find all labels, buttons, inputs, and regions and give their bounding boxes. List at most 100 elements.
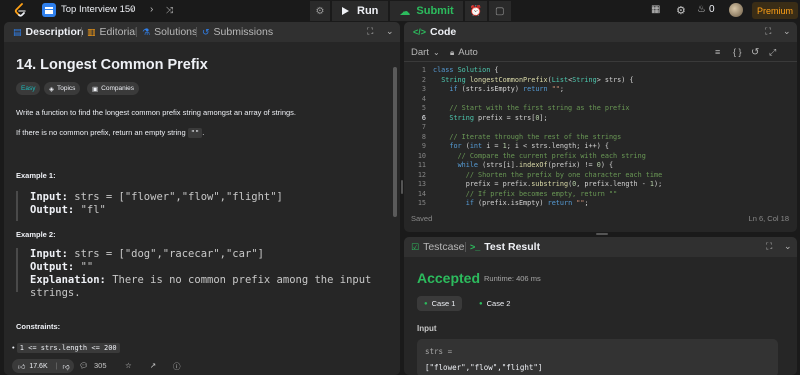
example-2-input-value: strs = ["dog","racecar","car"] [74, 248, 264, 260]
paragraph-2-text: If there is no common prefix, return an … [16, 128, 188, 137]
code-collapse-chevron-icon[interactable]: ⌄ [783, 26, 791, 37]
language-select[interactable]: Dart ⌄ [411, 47, 440, 58]
problem-list-icon[interactable] [42, 3, 56, 17]
example-1-output-label: Output: [30, 204, 75, 216]
help-icon[interactable]: ⓘ [173, 361, 181, 372]
example-2-output-value: "" [80, 261, 94, 273]
run-button[interactable]: Run [332, 1, 389, 21]
notes-icon[interactable]: ▢ [488, 1, 511, 21]
constraint-1: 1 <= strs.length <= 200 [16, 343, 120, 353]
constraint-item: • 1 <= strs.length <= 200 [12, 343, 120, 353]
tab-testcase[interactable]: ☑ Testcase [411, 241, 465, 253]
lock-icon: 🔒︎ [450, 47, 455, 57]
history-icon: ↺ [202, 26, 210, 37]
braces-icon[interactable]: { } [733, 47, 742, 57]
comment-icon[interactable]: 💬︎ [79, 361, 89, 370]
code-brackets-icon: </> [413, 27, 427, 37]
timer-icon[interactable]: ⏰ [464, 1, 487, 21]
lock-icon: ▣ [92, 85, 99, 93]
terminal-icon: >_ [470, 242, 481, 252]
fullscreen-icon[interactable]: ⤢ [769, 47, 776, 58]
tab-solutions[interactable]: ⚗ Solutions [142, 26, 197, 38]
cloud-upload-icon: ☁ [399, 5, 411, 18]
example-2-explanation-label: Explanation: [30, 274, 106, 286]
empty-string-code: "" [187, 128, 203, 138]
shuffle-icon[interactable]: ⤨ [166, 4, 173, 16]
code-editor[interactable]: 1 class Solution { 2 String longestCommon… [404, 64, 797, 209]
companies-tag[interactable]: ▣ Companies [87, 82, 140, 95]
pass-dot-icon: ● [424, 300, 428, 307]
next-problem-icon[interactable]: › [150, 4, 153, 16]
tab-editorial-label: Editorial [99, 26, 138, 38]
difficulty-badge: Easy [16, 82, 41, 95]
run-label: Run [357, 5, 379, 17]
case-1-tab[interactable]: ● Case 1 [417, 296, 463, 311]
leetcode-logo[interactable] [14, 3, 27, 19]
streak-count: 0 [709, 4, 715, 15]
maximize-icon[interactable]: ⛶ [765, 26, 771, 37]
topics-label: Topics [57, 85, 76, 92]
bookmark-icon[interactable]: ≡ [715, 47, 720, 57]
constraints-title: Constraints: [16, 322, 61, 331]
fire-icon[interactable]: ♨ [697, 4, 706, 15]
tab-test-result-label: Test Result [484, 241, 541, 253]
paragraph-2-end: . [202, 128, 205, 137]
case-2-tab[interactable]: ● Case 2 [472, 296, 517, 311]
code-toolbar: Dart ⌄ 🔒︎ Auto ≡ { } ↺ ⤢ [404, 42, 797, 62]
topics-tag[interactable]: ◈ Topics [44, 82, 81, 95]
problem-title: 14. Longest Common Prefix [16, 57, 208, 73]
submit-button[interactable]: ☁ Submit [390, 1, 463, 21]
description-footer: 👍︎ 17.6K | 👎︎ 💬︎ 305 ☆ ↗ ⓘ [4, 357, 400, 375]
input-var-value: ["flower","flow","flight"] [425, 363, 543, 372]
pass-dot-icon: ● [479, 300, 483, 307]
star-icon[interactable]: ☆ [125, 361, 132, 370]
example-2-output-label: Output: [30, 261, 75, 273]
result-expand-icon[interactable]: ⛶ [766, 241, 772, 252]
auto-mode[interactable]: 🔒︎ Auto [450, 47, 478, 58]
tab-test-result[interactable]: >_ Test Result [470, 241, 540, 253]
language-label: Dart [411, 47, 429, 58]
example-2-title: Example 2: [16, 230, 56, 239]
like-dislike-pill: 👍︎ 17.6K | 👎︎ [12, 359, 74, 373]
tab-submissions[interactable]: ↺ Submissions [202, 26, 273, 38]
tab-editorial[interactable]: ▥ Editorial [87, 26, 137, 38]
reset-icon[interactable]: ↺ [751, 47, 759, 58]
horizontal-resize-handle[interactable] [596, 233, 608, 235]
tab-description-label: Description [25, 26, 84, 38]
example-1-input-label: Input: [30, 191, 68, 203]
result-tabbar: ☑ Testcase >_ Test Result ⛶ ⌄ [404, 237, 797, 257]
thumbs-up-icon[interactable]: 👍︎ [18, 362, 25, 371]
expand-icon[interactable]: ⛶ [367, 26, 373, 37]
problem-list-title[interactable]: Top Interview 150 [61, 4, 135, 15]
description-scrollbar[interactable] [393, 67, 397, 217]
case-1-label: Case 1 [431, 299, 456, 308]
tab-code[interactable]: </> Code [413, 26, 456, 38]
thumbs-down-icon[interactable]: 👎︎ [62, 362, 69, 371]
result-collapse-chevron-icon[interactable]: ⌄ [784, 241, 792, 252]
example-1-input-value: strs = ["flower","flow","flight"] [74, 191, 283, 203]
tag-icon: ◈ [49, 85, 54, 93]
collapse-chevron-icon[interactable]: ⌄ [386, 26, 394, 37]
input-var-name: strs = [425, 347, 453, 356]
runtime-label: Runtime: 406 ms [484, 274, 541, 283]
settings-gear-icon[interactable]: ⚙ [676, 4, 686, 17]
vertical-resize-handle[interactable] [401, 180, 403, 194]
share-icon[interactable]: ↗ [150, 361, 156, 370]
layout-grid-icon[interactable]: ▦ [651, 4, 660, 15]
top-navbar: Top Interview 150 ‹ › ⤨ ⚙ Run ☁ Submit ⏰… [0, 0, 800, 22]
example-1-output-value: "fl" [80, 204, 106, 216]
debug-icon[interactable]: ⚙ [310, 1, 330, 21]
case-2-label: Case 2 [486, 299, 511, 308]
tab-description[interactable]: ▤ Description [13, 26, 83, 38]
description-panel: ▤ Description ▥ Editorial ⚗ Solutions ↺ … [4, 22, 400, 375]
premium-button[interactable]: Premium [752, 2, 798, 19]
example-2-input-label: Input: [30, 248, 68, 260]
description-paragraph-1: Write a function to find the longest com… [16, 108, 296, 117]
book-icon: ▥ [87, 26, 96, 37]
prev-problem-icon[interactable]: ‹ [131, 4, 134, 16]
document-icon: ▤ [13, 26, 22, 37]
auto-label: Auto [458, 47, 478, 58]
companies-label: Companies [101, 85, 135, 92]
user-avatar[interactable] [729, 3, 743, 17]
flask-icon: ⚗ [142, 26, 151, 37]
